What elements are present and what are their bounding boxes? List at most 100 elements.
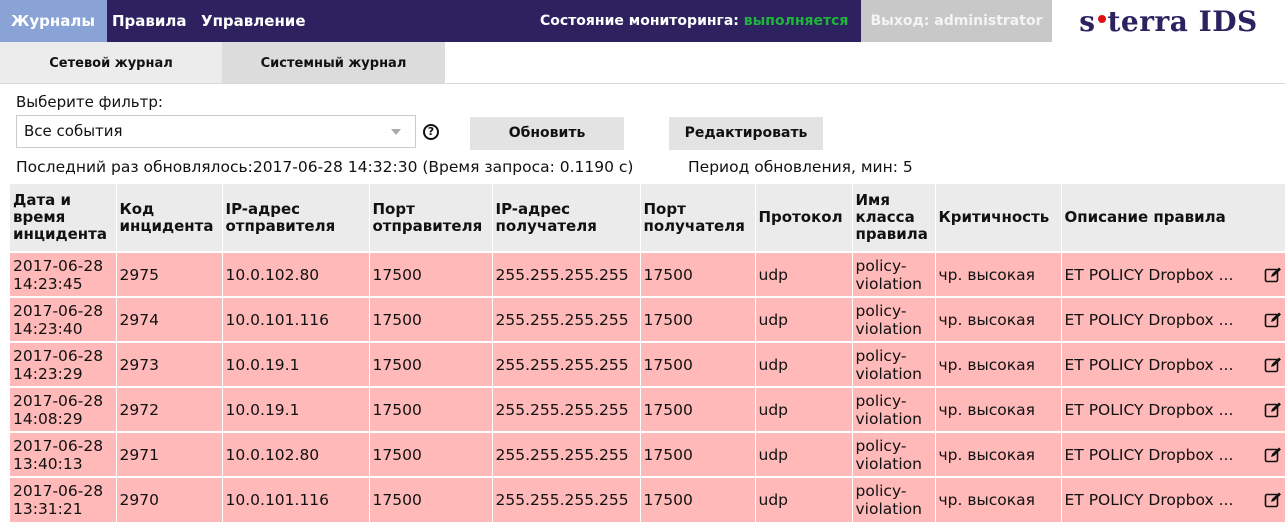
cell-src-port: 17500: [369, 476, 493, 522]
cell-dst-ip: 255.255.255.255: [492, 341, 641, 387]
cell-rule-class-line2: violation: [855, 364, 922, 383]
cell-src-ip: 10.0.102.80: [222, 251, 370, 297]
tab-network-journal[interactable]: Сетевой журнал: [0, 42, 222, 83]
cell-dst-port: 17500: [640, 341, 756, 387]
column-header-code[interactable]: Код инцидента: [116, 184, 223, 252]
table-row[interactable]: 2017-06-28 14:23:29 2973 10.0.19.1 17500 255.…: [10, 341, 1285, 387]
column-header-protocol[interactable]: Протокол: [755, 184, 853, 252]
cell-description: ET POLICY Dropbox ...: [1061, 476, 1285, 522]
cell-date: 2017-06-28: [13, 256, 104, 275]
soterra-logo: s terra IDS: [1052, 0, 1285, 42]
logout-button[interactable]: Выход: administrator: [861, 0, 1052, 42]
column-header-dst-port[interactable]: Порт получателя: [640, 184, 756, 252]
column-header-src-ip[interactable]: IP-адрес отправителя: [222, 184, 370, 252]
table-row[interactable]: 2017-06-28 14:23:40 2974 10.0.101.116 17500 2…: [10, 296, 1285, 342]
cell-description-text: ET POLICY Dropbox ...: [1064, 265, 1234, 284]
cell-datetime: 2017-06-28 13:40:13: [10, 431, 117, 477]
events-table: Дата и время инцидента Код инцидента IP-…: [10, 184, 1285, 522]
cell-dst-ip: 255.255.255.255: [492, 476, 641, 522]
cell-rule-class-line1: policy-: [855, 346, 907, 365]
cell-code: 2975: [116, 251, 223, 297]
monitoring-status: Состояние мониторинга: выполняется: [540, 0, 848, 42]
cell-datetime: 2017-06-28 14:23:45: [10, 251, 117, 297]
cell-date: 2017-06-28: [13, 346, 104, 365]
cell-rule-class-line2: violation: [855, 319, 922, 338]
cell-dst-port: 17500: [640, 476, 756, 522]
cell-description-text: ET POLICY Dropbox ...: [1064, 400, 1234, 419]
refresh-button[interactable]: Обновить: [470, 117, 624, 150]
table-row[interactable]: 2017-06-28 13:31:21 2970 10.0.101.116 17500 2…: [10, 476, 1285, 522]
cell-date: 2017-06-28: [13, 482, 104, 500]
edit-filter-button[interactable]: Редактировать: [669, 117, 823, 150]
column-header-severity[interactable]: Критичность: [935, 184, 1062, 252]
filter-select[interactable]: Все события: [16, 115, 416, 148]
cell-dst-ip: 255.255.255.255: [492, 386, 641, 432]
cell-dst-ip: 255.255.255.255: [492, 251, 641, 297]
nav-item-rules[interactable]: Правила: [112, 0, 187, 42]
cell-date: 2017-06-28: [13, 436, 104, 455]
help-icon[interactable]: ?: [423, 124, 439, 140]
last-updated-info: Последний раз обновлялось:2017-06-28 14:…: [16, 158, 634, 176]
table-body: 2017-06-28 14:23:45 2975 10.0.102.80 17500 25…: [10, 251, 1285, 522]
cell-dst-port: 17500: [640, 431, 756, 477]
edit-icon[interactable]: [1264, 266, 1282, 284]
cell-description: ET POLICY Dropbox ...: [1061, 251, 1285, 297]
cell-rule-class-line1: policy-: [855, 301, 907, 320]
cell-dst-ip: 255.255.255.255: [492, 431, 641, 477]
table-header-row: Дата и время инцидента Код инцидента IP-…: [10, 184, 1285, 252]
cell-dst-port: 17500: [640, 251, 756, 297]
cell-code: 2971: [116, 431, 223, 477]
cell-rule-class-line2: violation: [855, 454, 922, 473]
cell-description: ET POLICY Dropbox ...: [1061, 431, 1285, 477]
cell-rule-class: policy-violation: [852, 296, 936, 342]
cell-severity: чр. высокая: [935, 296, 1062, 342]
column-header-dst-ip[interactable]: IP-адрес получателя: [492, 184, 641, 252]
nav-item-management[interactable]: Управление: [201, 0, 306, 42]
cell-src-port: 17500: [369, 296, 493, 342]
filter-label: Выберите фильтр:: [16, 93, 163, 111]
cell-src-port: 17500: [369, 341, 493, 387]
table-row[interactable]: 2017-06-28 14:08:29 2972 10.0.19.1 17500 255.…: [10, 386, 1285, 432]
cell-rule-class: policy-violation: [852, 386, 936, 432]
logo-text-right: terra IDS: [1107, 4, 1258, 38]
edit-icon[interactable]: [1264, 491, 1282, 509]
cell-datetime: 2017-06-28 14:08:29: [10, 386, 117, 432]
tab-system-journal[interactable]: Системный журнал: [222, 42, 445, 83]
cell-rule-class-line1: policy-: [855, 436, 907, 455]
cell-src-ip: 10.0.101.116: [222, 296, 370, 342]
cell-date: 2017-06-28: [13, 391, 104, 410]
cell-dst-port: 17500: [640, 296, 756, 342]
edit-icon[interactable]: [1264, 446, 1282, 464]
cell-rule-class-line1: policy-: [855, 482, 907, 500]
cell-protocol: udp: [755, 476, 853, 522]
cell-rule-class-line2: violation: [855, 409, 922, 428]
column-header-src-port[interactable]: Порт отправителя: [369, 184, 493, 252]
chevron-down-icon: [391, 129, 401, 135]
cell-protocol: udp: [755, 296, 853, 342]
cell-rule-class-line2: violation: [855, 274, 922, 293]
logo-dot-icon: [1097, 15, 1106, 23]
cell-rule-class: policy-violation: [852, 341, 936, 387]
edit-icon[interactable]: [1264, 311, 1282, 329]
table-row[interactable]: 2017-06-28 14:23:45 2975 10.0.102.80 17500 25…: [10, 251, 1285, 297]
cell-datetime: 2017-06-28 13:31:21: [10, 476, 117, 522]
cell-code: 2974: [116, 296, 223, 342]
column-header-description[interactable]: Описание правила: [1061, 184, 1285, 252]
cell-rule-class-line1: policy-: [855, 256, 907, 275]
monitoring-status-label: Состояние мониторинга:: [540, 13, 739, 29]
cell-time: 14:23:45: [13, 274, 83, 293]
nav-item-journals[interactable]: Журналы: [0, 0, 107, 42]
edit-icon[interactable]: [1264, 356, 1282, 374]
cell-severity: чр. высокая: [935, 251, 1062, 297]
cell-description: ET POLICY Dropbox ...: [1061, 386, 1285, 432]
cell-src-port: 17500: [369, 251, 493, 297]
edit-icon[interactable]: [1264, 401, 1282, 419]
cell-datetime: 2017-06-28 14:23:40: [10, 296, 117, 342]
column-header-datetime[interactable]: Дата и время инцидента: [10, 184, 117, 252]
table-row[interactable]: 2017-06-28 13:40:13 2971 10.0.102.80 17500 25…: [10, 431, 1285, 477]
column-header-rule-class[interactable]: Имя класса правила: [852, 184, 936, 252]
cell-date: 2017-06-28: [13, 301, 104, 320]
cell-description: ET POLICY Dropbox ...: [1061, 296, 1285, 342]
cell-src-port: 17500: [369, 386, 493, 432]
cell-time: 13:40:13: [13, 454, 83, 473]
